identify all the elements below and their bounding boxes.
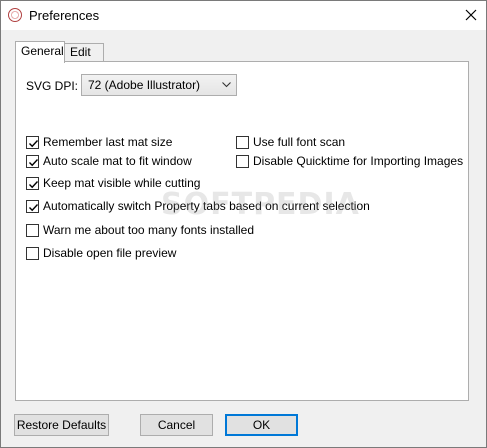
- checkbox[interactable]: [26, 199, 39, 213]
- option-disable-file-preview[interactable]: Disable open file preview: [26, 245, 176, 261]
- option-label: Use full font scan: [253, 135, 346, 149]
- check-icon: [29, 203, 39, 211]
- option-auto-switch-property-tabs[interactable]: Automatically switch Property tabs based…: [26, 198, 370, 214]
- preferences-dialog: Preferences General Edit SVG DPI: 72 (Ad…: [0, 0, 487, 448]
- tab-edit[interactable]: Edit: [64, 43, 104, 62]
- option-disable-quicktime[interactable]: Disable Quicktime for Importing Images: [236, 153, 463, 169]
- checkbox[interactable]: [26, 176, 39, 190]
- option-keep-mat-visible[interactable]: Keep mat visible while cutting: [26, 175, 200, 191]
- restore-defaults-button[interactable]: Restore Defaults: [14, 414, 109, 436]
- title-bar: Preferences: [1, 1, 486, 30]
- option-label: Automatically switch Property tabs based…: [43, 199, 370, 213]
- app-logo-icon: [8, 8, 22, 22]
- svg-dpi-select[interactable]: 72 (Adobe Illustrator): [81, 74, 237, 96]
- checkbox[interactable]: [26, 135, 39, 149]
- close-icon: [465, 9, 477, 21]
- checkbox[interactable]: [26, 246, 39, 260]
- option-label: Keep mat visible while cutting: [43, 176, 201, 190]
- checkbox[interactable]: [26, 223, 39, 237]
- cancel-button[interactable]: Cancel: [140, 414, 213, 436]
- check-icon: [29, 139, 39, 147]
- svg-dpi-label: SVG DPI:: [26, 79, 79, 93]
- option-label: Auto scale mat to fit window: [43, 154, 192, 168]
- chevron-down-icon: [222, 82, 231, 88]
- ok-button[interactable]: OK: [225, 414, 298, 436]
- svg-dpi-selected-value: 72 (Adobe Illustrator): [88, 78, 201, 92]
- close-button[interactable]: [458, 3, 484, 27]
- checkbox[interactable]: [236, 154, 249, 168]
- option-label: Warn me about too many fonts installed: [43, 223, 254, 237]
- option-remember-mat-size[interactable]: Remember last mat size: [26, 134, 172, 150]
- checkbox[interactable]: [236, 135, 249, 149]
- window-title: Preferences: [29, 8, 100, 23]
- option-full-font-scan[interactable]: Use full font scan: [236, 134, 345, 150]
- checkbox[interactable]: [26, 154, 39, 168]
- option-warn-too-many-fonts[interactable]: Warn me about too many fonts installed: [26, 222, 254, 238]
- option-label: Disable Quicktime for Importing Images: [253, 154, 464, 168]
- option-label: Remember last mat size: [43, 135, 173, 149]
- tab-general[interactable]: General: [15, 41, 65, 63]
- check-icon: [29, 158, 39, 166]
- option-auto-scale-mat[interactable]: Auto scale mat to fit window: [26, 153, 192, 169]
- check-icon: [29, 180, 39, 188]
- option-label: Disable open file preview: [43, 246, 177, 260]
